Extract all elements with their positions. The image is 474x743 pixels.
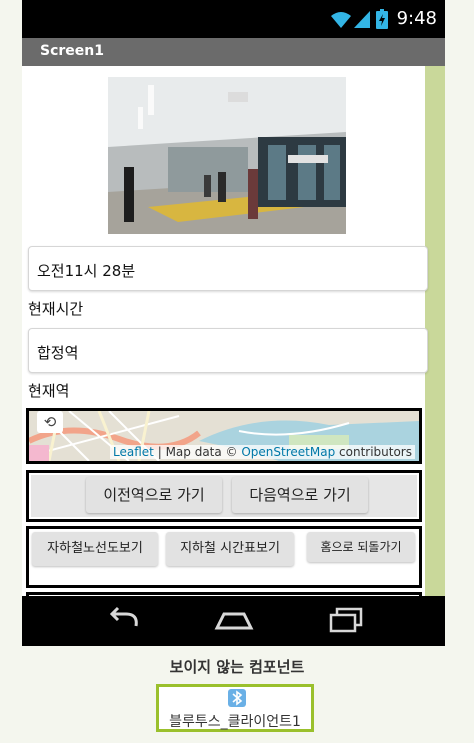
scroll-strip xyxy=(425,66,445,596)
signal-icon xyxy=(354,11,370,28)
attribution-tail: contributors xyxy=(335,445,412,459)
openstreetmap-link[interactable]: OpenStreetMap xyxy=(241,445,335,459)
current-station-label: 현재역 xyxy=(28,382,70,400)
back-icon[interactable] xyxy=(106,606,142,634)
route-map-button[interactable]: 자하철노선도보기 xyxy=(32,532,158,566)
nonvisible-components-caption: 보이지 않는 컴포넌트 xyxy=(169,658,305,676)
subway-platform-image xyxy=(108,77,346,234)
title-bar: Screen1 xyxy=(22,38,445,66)
bluetooth-icon[interactable] xyxy=(228,689,246,707)
home-icon[interactable] xyxy=(214,606,254,634)
next-station-button[interactable]: 다음역으로 가기 xyxy=(232,477,368,513)
prev-station-button[interactable]: 이전역으로 가기 xyxy=(86,477,222,513)
phone-frame: 9:48 Screen1 오전11시 28분 현재시간 합정역 현재역 ⟲ Le… xyxy=(22,0,445,646)
reset-view-icon[interactable]: ⟲ xyxy=(37,411,63,433)
menu-arrangement: 자하철노선도보기 지하철 시간표보기 홈으로 되돌가기 xyxy=(26,526,422,588)
home-return-button[interactable]: 홈으로 되돌가기 xyxy=(307,532,415,562)
attribution-separator: | Map data © xyxy=(153,445,242,459)
map-attribution: Leaflet | Map data © OpenStreetMap contr… xyxy=(110,445,415,459)
battery-icon xyxy=(376,9,388,29)
recents-icon[interactable] xyxy=(328,606,364,634)
map-view[interactable]: ⟲ Leaflet | Map data © OpenStreetMap con… xyxy=(26,408,422,464)
app-screen: 오전11시 28분 현재시간 합정역 현재역 ⟲ Leaflet | Map d… xyxy=(22,66,445,596)
station-nav-arrangement: 이전역으로 가기 다음역으로 가기 xyxy=(26,470,422,522)
current-time-value: 오전11시 28분 xyxy=(37,262,136,280)
bluetooth-client-label: 블루투스_클라이언트1 xyxy=(169,714,301,730)
nonvisible-components-box[interactable]: 블루투스_클라이언트1 xyxy=(156,684,314,732)
current-station-value: 합정역 xyxy=(37,344,79,362)
timetable-button[interactable]: 지하철 시간표보기 xyxy=(166,532,294,566)
nav-bar xyxy=(22,596,445,646)
wifi-icon xyxy=(331,12,351,28)
screen-title: Screen1 xyxy=(40,43,104,59)
leaflet-link[interactable]: Leaflet xyxy=(113,445,154,459)
status-time: 9:48 xyxy=(396,8,437,29)
current-time-textbox[interactable]: 오전11시 28분 xyxy=(28,246,428,291)
current-time-label: 현재시간 xyxy=(28,300,84,318)
current-station-textbox[interactable]: 합정역 xyxy=(28,328,428,373)
status-bar: 9:48 xyxy=(22,0,445,38)
